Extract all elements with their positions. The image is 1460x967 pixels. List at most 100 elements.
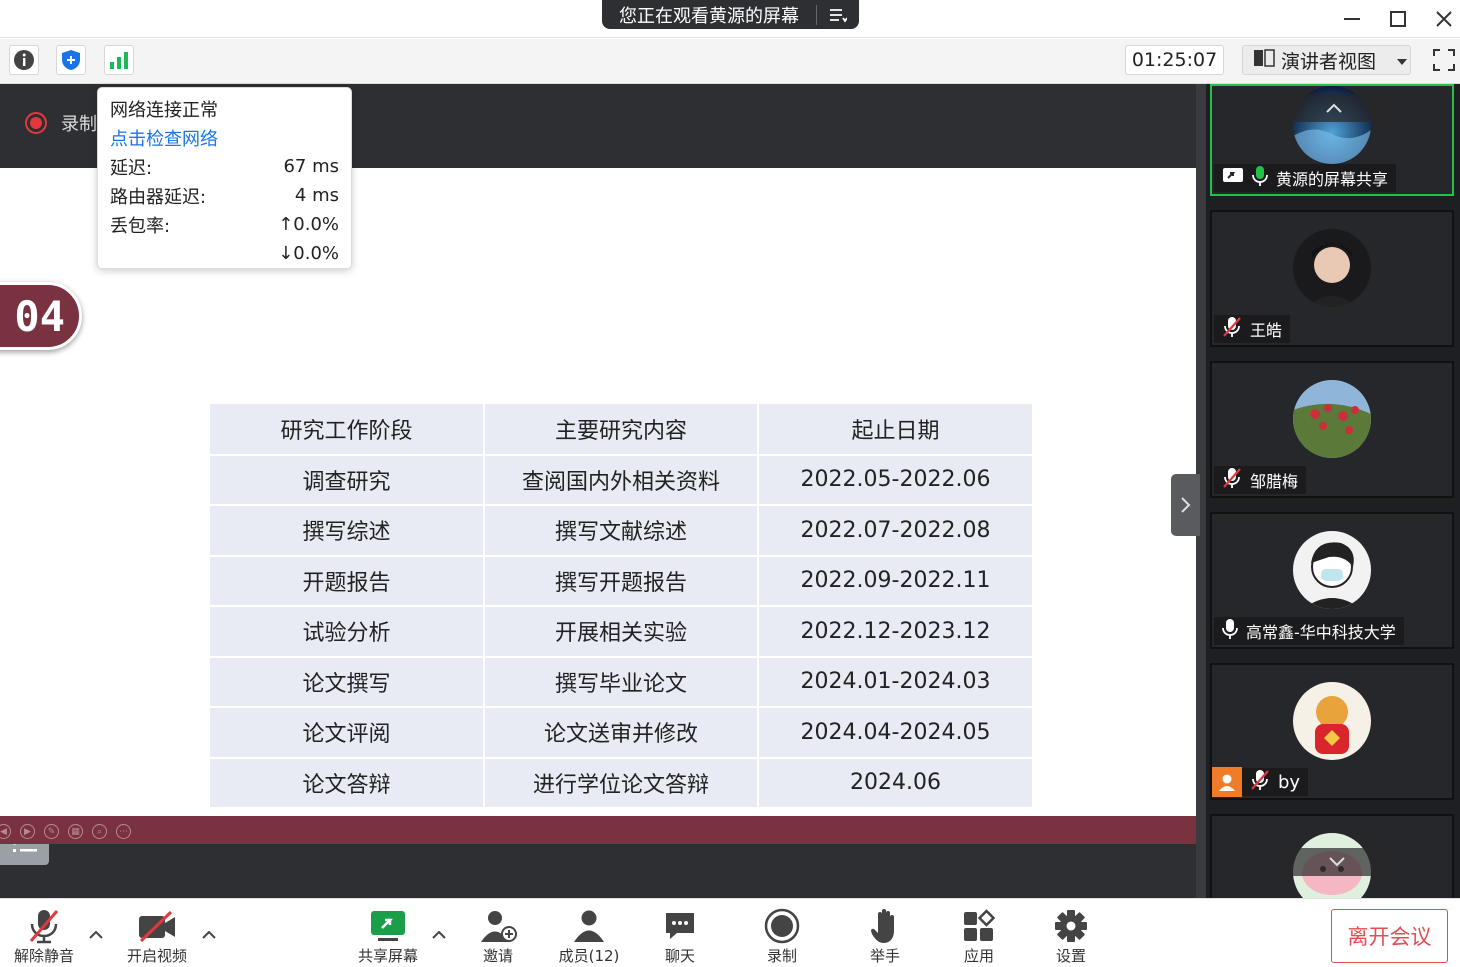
fullscreen-icon[interactable] (1430, 45, 1458, 75)
table-cell: 论文送审并修改 (483, 706, 759, 759)
avatar (1293, 531, 1371, 609)
mic-on-icon (1222, 618, 1238, 644)
table-cell: 试验分析 (210, 605, 485, 658)
participant-name: 王皓 (1250, 321, 1283, 340)
pen-icon[interactable]: ✎ (44, 824, 59, 839)
table-cell: 撰写开题报告 (483, 554, 759, 607)
mic-muted-icon (1250, 769, 1270, 795)
unmute-button[interactable]: 解除静音 (12, 907, 76, 966)
research-schedule-table: 研究工作阶段 主要研究内容 起止日期 调查研究 查阅国内外相关资料 2022.05-202… (210, 404, 1032, 809)
table-cell: 2024.04-2024.05 (757, 706, 1032, 759)
table-cell: 开题报告 (210, 554, 485, 607)
table-cell: 撰写毕业论文 (483, 655, 759, 708)
router-latency-label: 路由器延迟: (110, 186, 207, 208)
table-cell: 2022.05-2022.06 (757, 453, 1032, 506)
more-options-icon[interactable]: ⋯ (116, 824, 131, 839)
recording-label: 录制 (61, 114, 97, 135)
participant-name: 邹腊梅 (1250, 472, 1299, 491)
table-cell: 撰写综述 (210, 504, 485, 557)
participant-nameplate: 王皓 (1214, 315, 1291, 343)
share-screen-icon (368, 907, 408, 945)
participant-nameplate: by (1212, 767, 1309, 797)
share-screen-button[interactable]: 共享屏幕 (355, 907, 421, 966)
avatar (1293, 380, 1371, 458)
participant-name: by (1278, 771, 1301, 793)
packet-loss-up: ↑0.0% (278, 214, 339, 235)
members-button[interactable]: 成员(12) (556, 907, 622, 966)
participant-nameplate: 邹腊梅 (1214, 466, 1307, 494)
table-cell: 撰写文献综述 (483, 504, 759, 557)
check-network-link[interactable]: 点击检查网络 (110, 125, 218, 151)
scroll-up-icon[interactable] (1279, 94, 1389, 122)
collapse-gallery-button[interactable] (1171, 474, 1200, 536)
view-options-icon[interactable] (817, 7, 859, 23)
security-shield-icon[interactable] (56, 45, 86, 75)
network-signal-icon[interactable] (104, 45, 134, 75)
participant-nameplate: 高常鑫-华中科技大学 (1214, 617, 1404, 645)
participant-tile[interactable]: 王皓 (1210, 210, 1454, 347)
viewing-indicator[interactable]: 您正在观看黄源的屏幕 (602, 0, 859, 29)
scroll-down-icon[interactable] (1282, 848, 1392, 876)
user-avatar-icon (1212, 767, 1242, 797)
info-icon[interactable] (9, 45, 39, 75)
table-cell: 2024.01-2024.03 (757, 655, 1032, 708)
add-user-icon (478, 907, 518, 945)
close-icon[interactable] (1431, 6, 1457, 32)
chat-icon (663, 907, 697, 945)
latency-value: 67 ms (283, 156, 339, 177)
maximize-icon[interactable] (1385, 6, 1411, 32)
section-number-badge: 04 (0, 282, 82, 350)
zoom-icon[interactable]: ⌕ (92, 824, 107, 839)
apps-button[interactable]: 应用 (961, 907, 997, 966)
table-cell: 开展相关实验 (483, 605, 759, 658)
packet-loss-label: 丢包率: (110, 215, 171, 237)
view-mode-label: 演讲者视图 (1281, 50, 1377, 73)
table-row: 开题报告 撰写开题报告 2022.09-2022.11 (210, 554, 1032, 607)
table-cell: 论文评阅 (210, 706, 485, 759)
meeting-timer: 01:25:07 (1125, 45, 1224, 75)
video-options-caret[interactable] (201, 927, 217, 941)
audio-options-caret[interactable] (88, 927, 104, 941)
recording-indicator: 录制 (25, 110, 97, 136)
chat-button[interactable]: 聊天 (662, 907, 698, 966)
share-options-caret[interactable] (431, 927, 447, 941)
participant-name: 高常鑫-华中科技大学 (1246, 623, 1396, 642)
mic-muted-icon (1222, 316, 1242, 342)
next-slide-icon[interactable]: ▶ (20, 824, 35, 839)
participant-tile[interactable]: 邹腊梅 (1210, 361, 1454, 498)
table-row: 撰写综述 撰写文献综述 2022.07-2022.08 (210, 504, 1032, 557)
latency-label: 延迟: (110, 157, 153, 179)
settings-button[interactable]: 设置 (1053, 907, 1089, 966)
start-video-button[interactable]: 开启视频 (124, 907, 190, 966)
table-row: 论文评阅 论文送审并修改 2024.04-2024.05 (210, 706, 1032, 759)
chevron-down-icon (1396, 49, 1408, 71)
participant-tile[interactable]: 黄源的屏幕共享 (1210, 84, 1454, 196)
record-icon (764, 907, 800, 945)
table-header-cell: 研究工作阶段 (210, 404, 485, 456)
previous-slide-icon[interactable]: ◀ (0, 824, 11, 839)
raise-hand-button[interactable]: 举手 (867, 907, 903, 966)
participant-tile[interactable]: by (1210, 663, 1454, 800)
chevron-right-icon (1180, 497, 1190, 513)
avatar (1293, 229, 1371, 307)
participant-tile[interactable]: 高常鑫-华中科技大学 (1210, 512, 1454, 649)
mic-muted-icon (1222, 467, 1242, 493)
leave-meeting-button[interactable]: 离开会议 (1331, 909, 1448, 963)
invite-button[interactable]: 邀请 (478, 907, 518, 966)
members-icon (572, 907, 606, 945)
apps-icon (962, 907, 996, 945)
slideshow-control-bar: ◀ ▶ ✎ ▦ ⌕ ⋯ (0, 816, 1196, 844)
record-button[interactable]: 录制 (763, 907, 801, 966)
table-cell: 调查研究 (210, 453, 485, 506)
slides-grid-icon[interactable]: ▦ (68, 824, 83, 839)
avatar (1293, 682, 1371, 760)
participant-nameplate: 黄源的屏幕共享 (1214, 164, 1397, 192)
participant-tile[interactable] (1210, 814, 1454, 911)
table-cell: 查阅国内外相关资料 (483, 453, 759, 506)
table-row: 论文答辩 进行学位论文答辩 2024.06 (210, 756, 1032, 809)
viewing-text: 您正在观看黄源的屏幕 (619, 5, 799, 27)
meeting-toolbar: 01:25:07 演讲者视图 (0, 39, 1460, 84)
minimize-icon[interactable] (1339, 6, 1365, 32)
camera-off-icon (137, 907, 177, 945)
view-mode-select[interactable]: 演讲者视图 (1242, 45, 1411, 75)
